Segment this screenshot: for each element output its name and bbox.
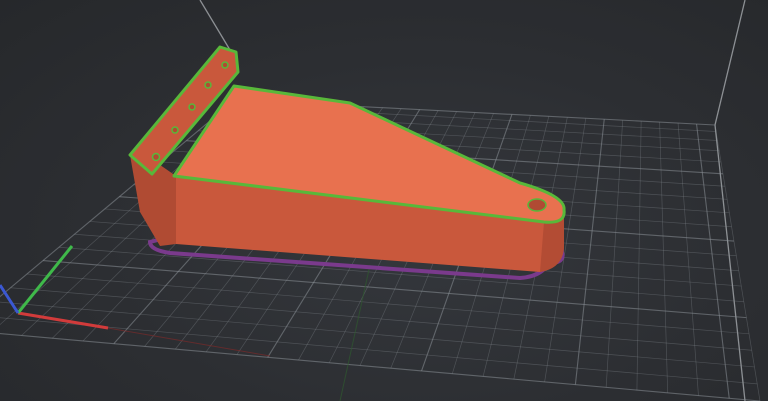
bed-grid-line <box>26 273 750 335</box>
bed-grid-line <box>677 123 699 396</box>
bed-grid-line <box>714 124 761 401</box>
flange-hole-1 <box>221 61 229 69</box>
y-axis-line <box>16 245 74 314</box>
flange-hole-5 <box>151 152 161 162</box>
bed-grid-line <box>659 122 669 393</box>
axes-gizmo <box>0 245 371 401</box>
bed-grid-line <box>605 120 624 388</box>
flange-hole-4 <box>171 126 179 134</box>
bed-grid-line <box>636 121 642 391</box>
bed-grid-line <box>0 317 758 385</box>
arm-pivot-hole <box>527 198 547 212</box>
flange-hole-2 <box>204 81 212 89</box>
build-volume-edge-left <box>199 0 231 51</box>
bed-grid-line <box>0 332 761 401</box>
bed-grid-line <box>695 123 730 399</box>
bed-grid-line <box>10 287 752 351</box>
3d-viewport[interactable] <box>0 0 768 401</box>
sliced-model[interactable] <box>128 45 566 281</box>
flange-hole-3 <box>188 103 196 111</box>
bed-grid-line <box>0 301 755 368</box>
build-volume-edge-right <box>714 0 746 126</box>
scene-canvas[interactable] <box>0 0 768 401</box>
build-volume-edge-front-right <box>714 124 746 401</box>
